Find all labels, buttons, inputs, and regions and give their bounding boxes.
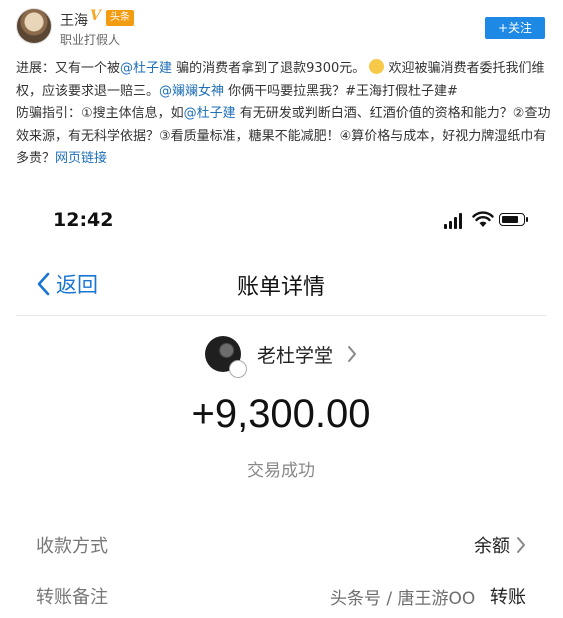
post-text-segment: 骗的消费者拿到了退款9300元。 (172, 61, 366, 76)
amount: +9,300.00 (191, 392, 371, 436)
divider (16, 315, 546, 316)
row-label: 转账备注 (36, 587, 108, 608)
mention-link[interactable]: @杜子建 (120, 61, 172, 76)
watermark: 头条号 / 唐王游OO (330, 589, 476, 609)
payment-method-row[interactable]: 收款方式 余额 (36, 532, 526, 562)
status-icons (444, 211, 539, 229)
row-value: 转账 (490, 583, 526, 609)
wifi-icon (472, 211, 494, 227)
emoji-icon (369, 59, 385, 74)
payee-avatar (204, 336, 247, 378)
status-time: 12:42 (53, 209, 114, 231)
web-link[interactable]: 网页链接 (55, 151, 107, 166)
post-text-segment: 进展：又有一个被 (16, 61, 121, 76)
chevron-right-icon (348, 346, 356, 362)
chevron-right-icon (517, 537, 525, 553)
platform-badge: 头条 (106, 10, 134, 26)
post-text: 进展：又有一个被@杜子建 骗的消费者拿到了退款9300元。 欢迎被骗消费者委托我… (16, 58, 551, 171)
post-text-segment: 你俩干吗要拉黑我？#王海打假杜子建# (224, 83, 458, 99)
user-avatar[interactable] (16, 8, 52, 44)
post-text-segment: 防骗指引：①搜主体信息，如 (16, 106, 184, 121)
user-description: 职业打假人 (60, 33, 121, 47)
verified-v-icon: V (90, 8, 101, 24)
post-header: 王海 V 头条 职业打假人 +关注 (0, 0, 563, 52)
row-value: 余额 (474, 532, 526, 558)
mention-link[interactable]: @斓斓女神 (159, 84, 224, 99)
row-value-text: 余额 (474, 536, 510, 557)
row-value-text: 转账 (490, 587, 526, 608)
page-title: 账单详情 (236, 275, 325, 300)
bill-screenshot: 12:42 返回 账单详情 老杜学堂 +9,300.00 交易成功 收款方式 余… (16, 196, 546, 618)
user-name[interactable]: 王海 (60, 10, 88, 30)
follow-button[interactable]: +关注 (485, 17, 545, 39)
payee-row[interactable]: 老杜学堂 (16, 336, 546, 378)
mention-link[interactable]: @杜子建 (184, 106, 236, 121)
trade-status: 交易成功 (247, 461, 315, 481)
battery-icon (499, 213, 528, 226)
shield-icon (228, 360, 247, 378)
payee-name: 老杜学堂 (256, 344, 333, 367)
row-label: 收款方式 (36, 536, 108, 557)
